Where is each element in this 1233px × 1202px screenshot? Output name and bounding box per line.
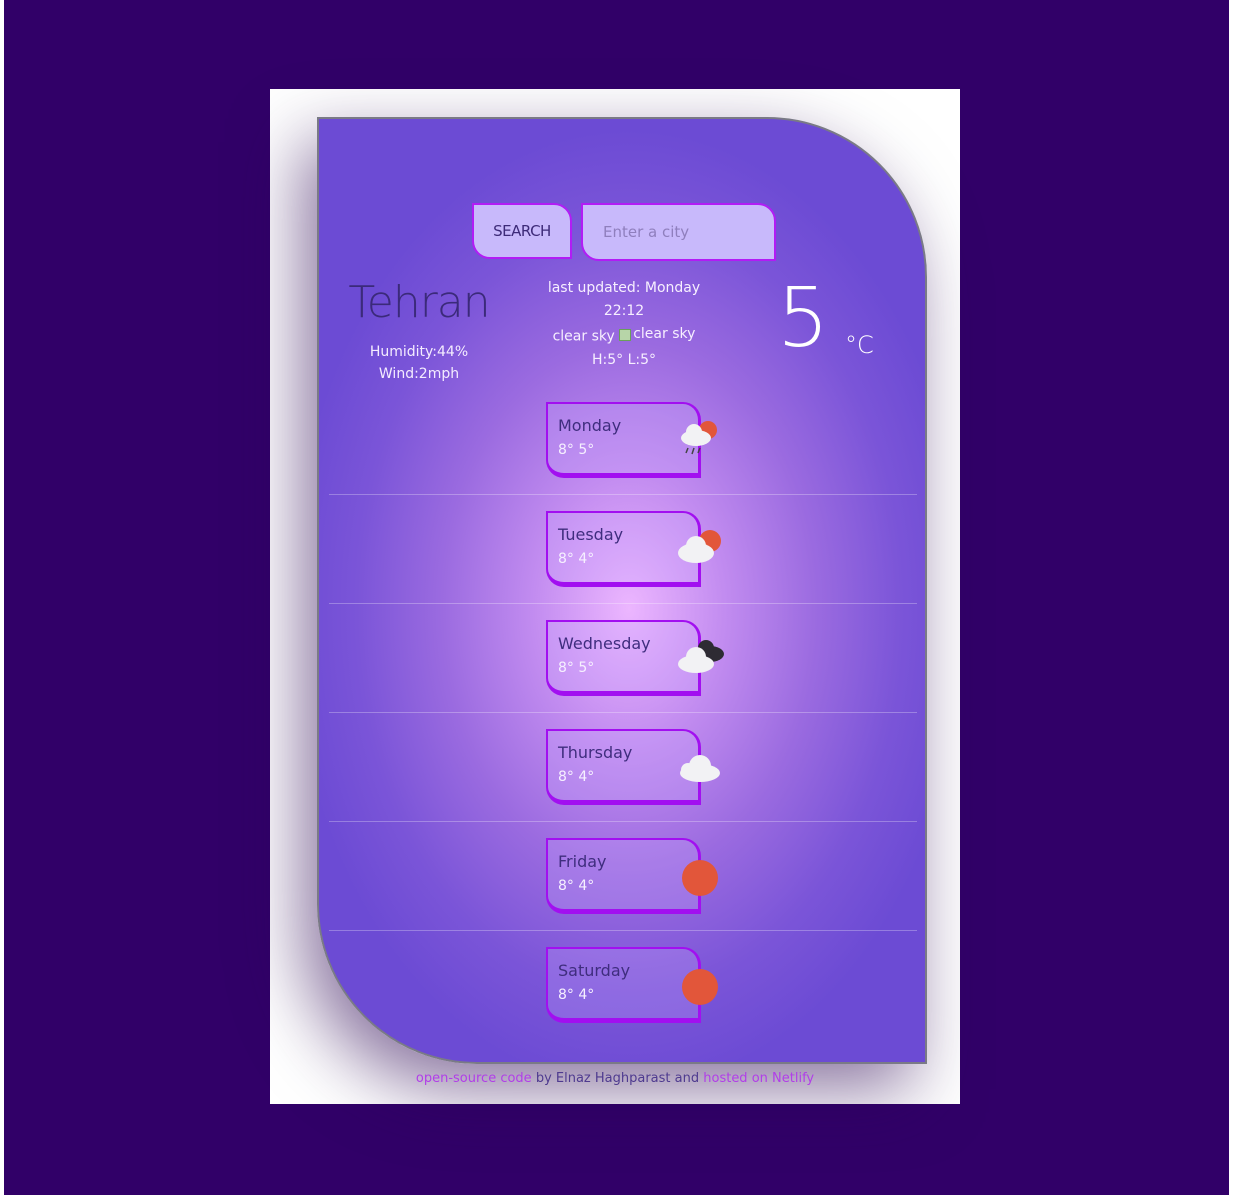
forecast-day-card: Monday 8° 5°: [546, 402, 717, 478]
forecast-day-name: Thursday: [558, 743, 633, 762]
page-frame: SEARCH Tehran Humidity:44% Wind:2mph las…: [270, 89, 960, 1104]
forecast-day-card: Friday 8° 4°: [546, 838, 718, 914]
last-updated-text: last updated: Monday: [547, 280, 701, 296]
row-divider: [329, 603, 917, 604]
dark-clouds-icon: [678, 640, 724, 673]
row-divider: [329, 930, 917, 931]
wind-text: Wind:2mph: [378, 366, 460, 382]
forecast-day-name: Wednesday: [558, 634, 651, 653]
description-row: clear sky clear sky: [509, 323, 739, 349]
cloud-icon: [680, 755, 720, 782]
broken-weather-image: clear sky: [619, 323, 695, 346]
city-name: Tehran: [348, 277, 490, 328]
row-divider: [329, 712, 917, 713]
description-text: clear sky: [552, 328, 615, 345]
rain-cloud-sun-icon: [681, 421, 717, 455]
forecast-day-temps: 8° 5°: [558, 442, 595, 458]
current-summary: last updated: Monday 22:12 clear sky cle…: [509, 277, 739, 372]
sun-icon: [682, 860, 718, 896]
forecast-day-card: Wednesday 8° 5°: [546, 620, 724, 696]
footer-author-text: by Elnaz Haghparast and: [531, 1071, 704, 1086]
cloud-sun-icon: [678, 530, 721, 563]
forecast-day-card: Thursday 8° 4°: [546, 729, 720, 805]
sun-icon: [682, 969, 718, 1005]
weather-image-alt: clear sky: [633, 326, 696, 342]
current-stats: Humidity:44% Wind:2mph: [319, 341, 519, 385]
search-button[interactable]: SEARCH: [472, 203, 572, 259]
forecast-day-card: Saturday 8° 4°: [546, 947, 718, 1023]
current-temperature: 5: [777, 271, 830, 366]
source-code-link[interactable]: open-source code: [416, 1071, 532, 1086]
humidity-text: Humidity:44%: [369, 344, 469, 360]
netlify-link[interactable]: hosted on Netlify: [703, 1071, 814, 1086]
forecast-day-name: Friday: [558, 852, 607, 871]
updated-time-text: 22:12: [603, 303, 645, 319]
forecast-day-name: Monday: [558, 416, 622, 435]
forecast-day-temps: 8° 4°: [558, 769, 595, 785]
forecast-day-name: Tuesday: [558, 525, 624, 544]
city-search-input[interactable]: [581, 203, 776, 261]
forecast-day-card: Tuesday 8° 4°: [546, 511, 721, 587]
forecast-day-temps: 8° 4°: [558, 551, 595, 567]
broken-image-icon: [619, 328, 632, 341]
forecast-day-temps: 8° 4°: [558, 987, 595, 1003]
forecast-day-temps: 8° 5°: [558, 660, 595, 676]
weather-card: SEARCH Tehran Humidity:44% Wind:2mph las…: [317, 117, 927, 1064]
forecast-day-temps: 8° 4°: [558, 878, 595, 894]
row-divider: [329, 821, 917, 822]
footer: open-source code by Elnaz Haghparast and…: [270, 1071, 960, 1086]
temperature-unit: °C: [845, 331, 874, 359]
high-low-text: H:5° L:5°: [591, 351, 657, 368]
row-divider: [329, 494, 917, 495]
forecast-day-name: Saturday: [558, 961, 631, 980]
